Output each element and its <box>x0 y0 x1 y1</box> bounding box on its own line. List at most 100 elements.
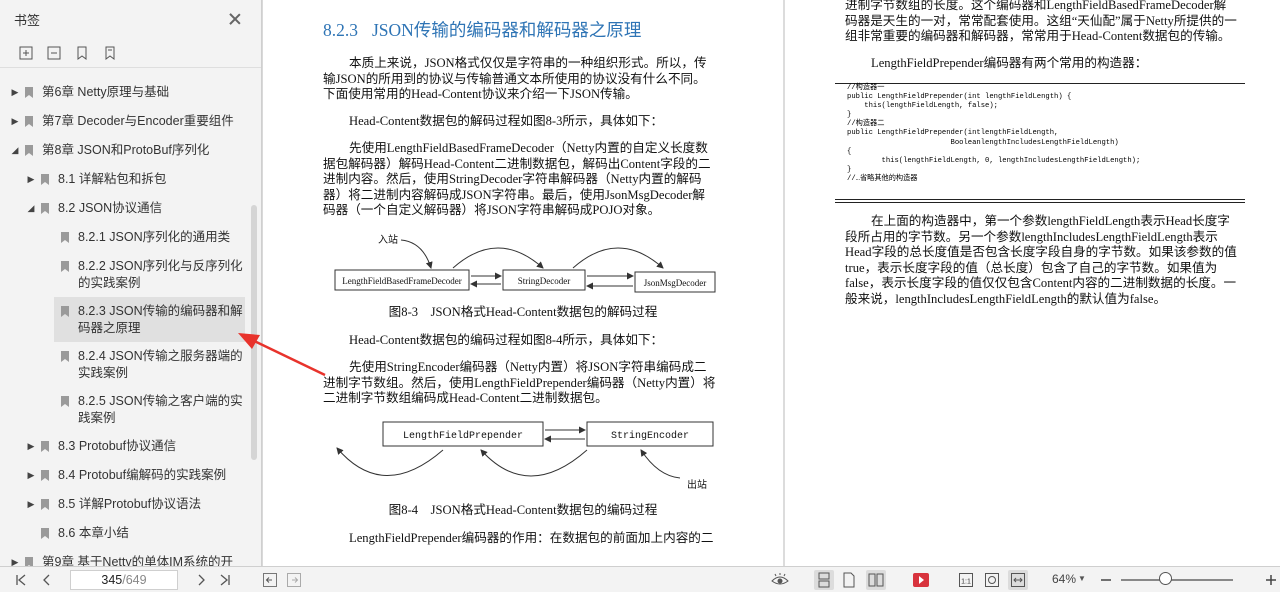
bookmark-label: 8.6 本章小结 <box>58 526 129 540</box>
back-icon[interactable] <box>262 570 278 590</box>
bookmark-label: 8.1 详解粘包和拆包 <box>58 172 167 186</box>
next-page-icon[interactable] <box>194 570 208 590</box>
code-line: //构造器一 <box>847 84 885 92</box>
code-line: public LengthFieldPrepender(int lengthFi… <box>847 93 1072 102</box>
paragraph: 先使用LengthFieldBasedFrameDecoder（Netty内置的… <box>323 141 723 219</box>
bookmark-item[interactable]: 8.2.3 JSON传输的编码器和解码器之原理 <box>54 297 245 342</box>
code-line: //…省略其他的构造器 <box>847 174 918 183</box>
zoom-slider[interactable] <box>1121 579 1233 581</box>
code-line: public LengthFieldPrepender(intlengthFie… <box>847 129 1059 138</box>
outbound-label: 出站 <box>687 478 707 491</box>
current-page: 345 <box>101 573 123 587</box>
bookmark-icon <box>40 202 50 215</box>
text-line: 二进制字节数组编码成Head-Content二进制数据包。 <box>323 391 608 405</box>
bookmark-outline-icon[interactable] <box>102 45 118 61</box>
bookmark-item[interactable]: ▶ 第7章 Decoder与Encoder重要组件 <box>0 107 250 136</box>
text-line: 段所占用的字节数。另一个参数lengthIncludesLengthFieldL… <box>845 229 1218 244</box>
expand-arrow-icon[interactable]: ▶ <box>10 84 20 101</box>
bookmark-label: 8.2.3 JSON传输的编码器和解码器之原理 <box>78 304 243 335</box>
close-icon[interactable] <box>227 11 243 27</box>
bookmark-label: 8.2 JSON协议通信 <box>58 201 163 215</box>
total-pages: /649 <box>122 573 147 587</box>
forward-icon[interactable] <box>286 570 302 590</box>
text-line: 进制字节数组的长度。这个编码器和LengthFieldBasedFrameDec… <box>845 0 1227 12</box>
delete-bookmark-icon[interactable] <box>46 45 62 61</box>
code-line: BooleanlengthIncludesLengthFieldLength) <box>847 138 1119 147</box>
sidebar-title: 书签 <box>14 12 41 28</box>
actual-size-icon[interactable]: 1:1 <box>958 570 974 590</box>
inbound-label: 入站 <box>378 233 398 246</box>
play-icon[interactable] <box>912 570 930 590</box>
text-line: 器）将二进制内容解码成JSON字符串。最后，使用JsonMsgDecoder解 <box>323 187 706 202</box>
bookmark-item[interactable]: 8.6 本章小结 <box>0 519 250 548</box>
text-line: Head字段的总长度值是否包含长度字段自身的字节数。如果该参数的值 <box>845 245 1237 259</box>
last-page-icon[interactable] <box>218 570 232 590</box>
eye-icon[interactable] <box>770 570 790 590</box>
bookmark-label: 8.2.5 JSON传输之客户端的实践案例 <box>78 394 243 425</box>
add-bookmark-icon[interactable] <box>18 45 34 61</box>
bookmark-item[interactable]: ▶ 8.4 Protobuf编解码的实践案例 <box>0 461 250 490</box>
expand-arrow-icon[interactable]: ▶ <box>10 113 20 130</box>
expand-arrow-icon[interactable]: ▶ <box>26 496 36 513</box>
text-line: 进制字节数组。然后，使用LengthFieldPrepender编码器（Nett… <box>323 375 716 390</box>
fit-width-icon[interactable] <box>1008 570 1028 590</box>
bookmark-label: 第7章 Decoder与Encoder重要组件 <box>42 114 234 128</box>
diagram-box-label: StringDecoder <box>518 276 570 286</box>
bookmark-label: 8.2.1 JSON序列化的通用类 <box>78 230 231 244</box>
expand-arrow-icon[interactable]: ▶ <box>26 438 36 455</box>
zoom-slider-handle[interactable] <box>1158 572 1172 585</box>
bookmark-label: 8.2.4 JSON传输之服务器端的实践案例 <box>78 349 243 380</box>
bookmark-icon <box>40 498 50 511</box>
bookmark-item[interactable]: 8.2.1 JSON序列化的通用类 <box>0 223 250 252</box>
zoom-dropdown-icon[interactable]: ▼ <box>1078 574 1086 583</box>
paragraph: Head-Content数据包的解码过程如图8-3所示，具体如下： <box>349 114 664 128</box>
zoom-out-icon[interactable] <box>1099 570 1113 590</box>
bookmark-item[interactable]: ▶ 8.5 详解Protobuf协议语法 <box>0 490 250 519</box>
bookmark-icon <box>40 469 50 482</box>
continuous-icon[interactable] <box>814 570 834 590</box>
bookmark-tree: ▶ 第6章 Netty原理与基础 ▶ 第7章 Decoder与Encoder重要组件 ◢… <box>0 78 250 577</box>
diagram-box-label: LengthFieldBasedFrameDecoder <box>342 276 461 286</box>
bookmark-item[interactable]: ▶ 第6章 Netty原理与基础 <box>0 78 250 107</box>
page-left: 8.2.3 JSON传输的编码器和解码器之原理 本质上来说，JSON格式仅仅是字符… <box>263 0 783 566</box>
section-number: 8.2.3 <box>323 20 358 40</box>
svg-text:1:1: 1:1 <box>961 579 971 586</box>
expand-arrow-icon[interactable]: ▶ <box>26 467 36 484</box>
bookmark-item[interactable]: 8.2.4 JSON传输之服务器端的实践案例 <box>0 342 250 387</box>
text-line: 在上面的构造器中，第一个参数lengthFieldLength表示Head长度字 <box>871 214 1230 228</box>
figure-8-4: LengthFieldPrepender StringEncoder 出站 <box>336 421 714 491</box>
text-line: false，表示长度字段的值仅仅包含Content内容的二进制数据的长度。一 <box>845 276 1237 290</box>
bookmark-item[interactable]: 8.2.2 JSON序列化与反序列化的实践案例 <box>0 252 250 297</box>
bookmark-icon <box>40 527 50 540</box>
rotate-icon[interactable] <box>984 570 1000 590</box>
page-number-input[interactable]: 345/649 <box>70 570 178 590</box>
bookmark-item[interactable]: ◢ 第8章 JSON和ProtoBuf序列化 <box>0 136 250 165</box>
bookmark-item[interactable]: ◢ 8.2 JSON协议通信 <box>0 194 250 223</box>
bookmark-icon <box>60 260 70 273</box>
text-line: 先使用LengthFieldBasedFrameDecoder（Netty内置的… <box>349 141 708 155</box>
code-line: this(lengthFieldLength, 0, lengthInclude… <box>847 156 1141 165</box>
text-line: 组非常重要的编码器和解码器，常常用于Head-Content数据包的传输。 <box>845 29 1231 43</box>
bookmark-icon[interactable] <box>74 45 90 61</box>
code-rule-bottom <box>835 199 1245 200</box>
collapse-arrow-icon[interactable]: ◢ <box>10 142 20 159</box>
paragraph: Head-Content数据包的编码过程如图8-4所示，具体如下： <box>349 333 664 347</box>
bookmark-item[interactable]: ▶ 8.3 Protobuf协议通信 <box>0 432 250 461</box>
bookmark-icon <box>60 305 70 318</box>
code-line: this(lengthFieldLength, false); <box>847 102 998 111</box>
expand-arrow-icon[interactable]: ▶ <box>26 171 36 188</box>
sidebar-toolbar <box>0 38 261 68</box>
collapse-arrow-icon[interactable]: ◢ <box>26 200 36 217</box>
figure-8-3: 入站 LengthFieldBasedFrameDecoder StringDe… <box>334 233 716 293</box>
zoom-in-icon[interactable] <box>1264 570 1278 590</box>
bookmark-item[interactable]: 8.2.5 JSON传输之客户端的实践案例 <box>0 387 250 432</box>
text-line: 输JSON的所用到的协议与传输普通文本所使用的协议没有什么不同。 <box>323 71 706 86</box>
zoom-level[interactable]: 64% <box>1052 572 1076 586</box>
single-page-icon[interactable] <box>842 570 856 590</box>
two-page-icon[interactable] <box>866 570 886 590</box>
bookmark-item[interactable]: ▶ 8.1 详解粘包和拆包 <box>0 165 250 194</box>
bookmark-icon <box>24 86 34 99</box>
first-page-icon[interactable] <box>14 570 28 590</box>
prev-page-icon[interactable] <box>40 570 54 590</box>
